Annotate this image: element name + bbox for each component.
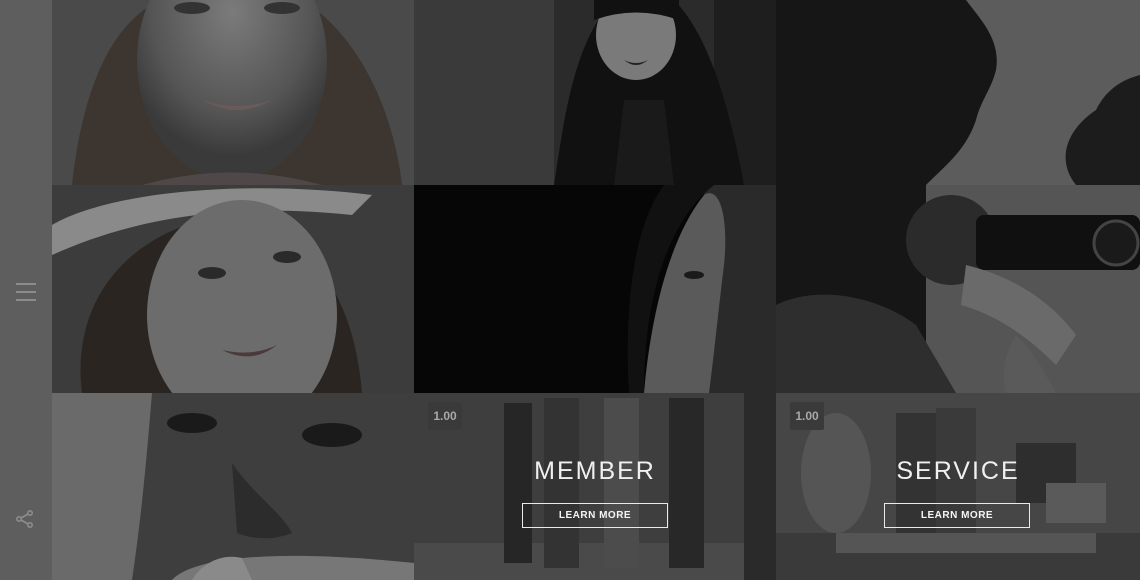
photo-tile-dark-hair-woman[interactable] [414, 0, 776, 185]
portrait-image [52, 0, 414, 185]
service-card: 1.00 SERVICE LEARN MORE [776, 393, 1140, 580]
photo-tile-smiling-woman[interactable] [52, 0, 414, 185]
photo-tile-straw-hat-woman[interactable] [52, 185, 414, 393]
sidebar [0, 0, 52, 580]
service-title: SERVICE [896, 457, 1020, 485]
hamburger-menu-icon[interactable] [14, 281, 38, 303]
member-learn-more-button[interactable]: LEARN MORE [522, 503, 668, 528]
team-photo-background [414, 393, 776, 580]
portrait-image [776, 0, 1140, 185]
share-icon[interactable] [14, 508, 36, 530]
photo-tile-photographer[interactable] [776, 185, 1140, 393]
score-badge: 1.00 [428, 402, 462, 430]
photo-tile-silhouette-man[interactable] [776, 0, 1140, 185]
portrait-image [776, 185, 1140, 393]
score-badge: 1.00 [790, 402, 824, 430]
portrait-image [414, 185, 776, 393]
member-card: 1.00 MEMBER LEARN MORE [414, 393, 776, 580]
photo-grid: 1.00 MEMBER LEARN MORE 1.00 SERVICE LEAR… [52, 0, 1140, 580]
member-title: MEMBER [534, 457, 656, 485]
team-photo-background [776, 393, 1140, 580]
portrait-image [414, 0, 776, 185]
photo-tile-girl-profile[interactable] [414, 185, 776, 393]
portrait-image [52, 393, 414, 580]
portrait-image [52, 185, 414, 393]
service-learn-more-button[interactable]: LEARN MORE [884, 503, 1030, 528]
photo-tile-crying-face[interactable] [52, 393, 414, 580]
